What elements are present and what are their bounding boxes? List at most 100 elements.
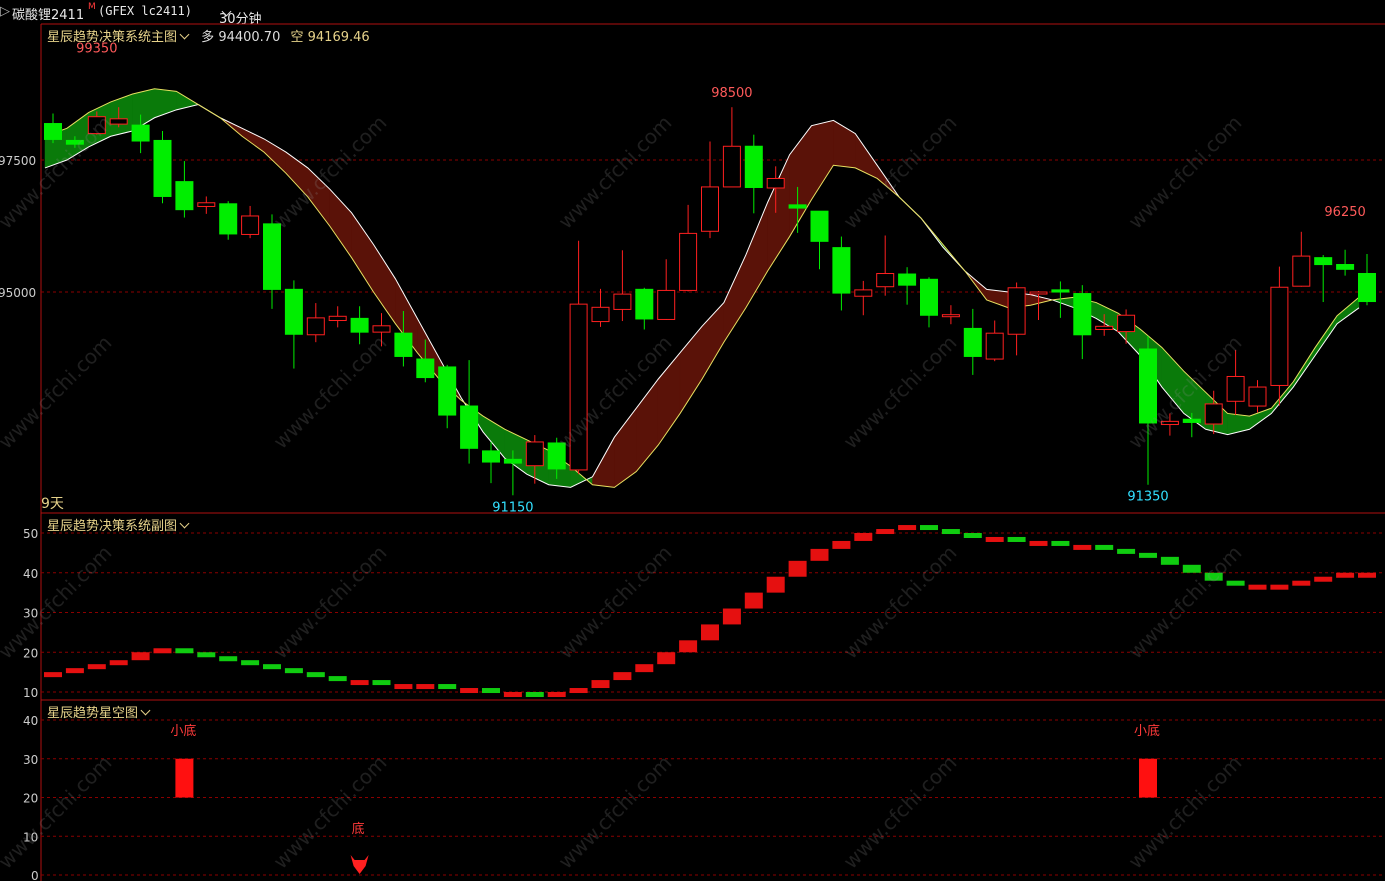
indicator-bar — [1117, 548, 1136, 554]
indicator-bar — [503, 692, 522, 697]
trend-cloud-segment — [351, 211, 374, 293]
indicator-bar — [591, 680, 610, 689]
main-panel-title[interactable]: 星辰趋势决策系统主图 — [47, 29, 191, 45]
candle-body — [87, 116, 106, 135]
candle-body — [766, 177, 785, 189]
candle-body — [44, 123, 62, 140]
candle-body — [1358, 272, 1376, 303]
y-tick-label: 20 — [23, 792, 38, 806]
trend-cloud-segment — [614, 407, 637, 488]
candle-body — [788, 204, 807, 209]
indicator-bar — [613, 672, 632, 681]
main-panel-title-text: 星辰趋势决策系统主图 — [47, 30, 178, 45]
candle-body — [1073, 293, 1092, 336]
y-tick-label: 30 — [23, 753, 38, 767]
candle-body — [460, 405, 479, 449]
candle-body — [810, 210, 829, 242]
fast-trend-line — [44, 104, 1360, 488]
bull-head-icon — [350, 855, 369, 874]
indicator-bar — [679, 640, 698, 653]
indicator-bar — [788, 560, 807, 577]
bottom-signal-bar — [1139, 758, 1157, 798]
candle-body — [985, 332, 1004, 360]
star-panel-header[interactable]: 星辰趋势星空图 — [47, 702, 152, 721]
indicator-bar — [1073, 544, 1092, 550]
y-tick-label: 40 — [23, 567, 38, 581]
trend-cloud-segment — [504, 428, 528, 475]
candle-body — [328, 315, 347, 322]
chevron-down-icon — [179, 518, 190, 529]
candle-body — [832, 247, 851, 294]
indicator-bar — [1314, 576, 1333, 582]
indicator-bar — [657, 652, 676, 665]
candle-body — [197, 202, 216, 207]
candle-body — [613, 293, 632, 310]
chart-canvas[interactable]: 97500950005040302010403020100 小底 小底底 9935… — [0, 0, 1385, 881]
short-label: 空 — [290, 30, 304, 45]
indicator-bar — [219, 656, 238, 662]
trend-cloud-segment — [373, 243, 396, 325]
candle-body — [65, 139, 84, 145]
trend-cloud-segment — [285, 151, 309, 198]
y-tick-label: 50 — [23, 527, 38, 541]
candle-body — [1160, 420, 1179, 426]
trend-cloud-segment — [789, 124, 812, 238]
indicator-bar — [482, 688, 500, 694]
indicator-bar — [898, 525, 917, 531]
y-tick-label: 10 — [23, 686, 38, 700]
indicator-bar — [44, 672, 62, 678]
candle-body — [1051, 289, 1070, 293]
candle-body — [1270, 286, 1289, 386]
candle-body — [941, 314, 960, 318]
sub-panel-header[interactable]: 星辰趋势决策系统副图 — [47, 515, 191, 534]
y-tick-label: 10 — [23, 830, 38, 844]
chevron-down-icon — [179, 29, 190, 40]
indicator-bar — [1226, 580, 1245, 586]
trend-cloud-segment — [263, 138, 287, 174]
candle-body — [876, 273, 895, 288]
indicator-bar — [1204, 572, 1223, 581]
indicator-bar — [701, 624, 719, 641]
indicator-bar — [438, 684, 457, 690]
candle-body — [1248, 386, 1267, 407]
candle-body — [569, 303, 588, 471]
indicator-bar — [1029, 540, 1048, 546]
trend-cloud-segment — [1227, 413, 1250, 435]
indicator-bar — [1160, 556, 1179, 565]
bottom-signal-bar — [175, 758, 194, 798]
signal-label: 小底 — [1134, 723, 1160, 739]
indicator-bar — [328, 676, 347, 682]
candle-body — [722, 145, 741, 188]
trend-cloud-segment — [1271, 381, 1294, 415]
candle-body — [372, 325, 391, 333]
candle-body — [1336, 264, 1355, 270]
candle-body — [306, 317, 325, 336]
indicator-bar — [197, 652, 216, 658]
high-price-label: 96250 — [1324, 205, 1365, 220]
candle-body — [416, 358, 435, 379]
candle-body — [854, 289, 873, 297]
candle-body — [1182, 418, 1201, 423]
indicator-bar — [810, 548, 829, 561]
period-count-label: 9天 — [41, 496, 64, 512]
indicator-bar — [854, 533, 873, 541]
indicator-bar — [350, 680, 369, 686]
indicator-bar — [1139, 552, 1157, 558]
indicator-bar — [744, 592, 763, 609]
trend-cloud-segment — [1249, 407, 1272, 430]
star-panel-title: 星辰趋势星空图 — [47, 706, 139, 721]
indicator-bar — [1007, 536, 1026, 542]
low-price-label: 91350 — [1127, 490, 1168, 505]
y-tick-label: 40 — [23, 714, 38, 728]
candle-body — [153, 139, 172, 197]
trend-cloud-segment — [811, 120, 834, 201]
candle-body — [394, 332, 413, 357]
indicator-bar — [306, 672, 325, 678]
indicator-bar — [131, 652, 150, 661]
candle-body — [679, 232, 698, 291]
candle-body — [525, 441, 544, 467]
indicator-bar — [175, 648, 194, 654]
indicator-bar — [1358, 572, 1376, 578]
candle-body — [898, 273, 917, 286]
indicator-bar — [985, 536, 1004, 542]
